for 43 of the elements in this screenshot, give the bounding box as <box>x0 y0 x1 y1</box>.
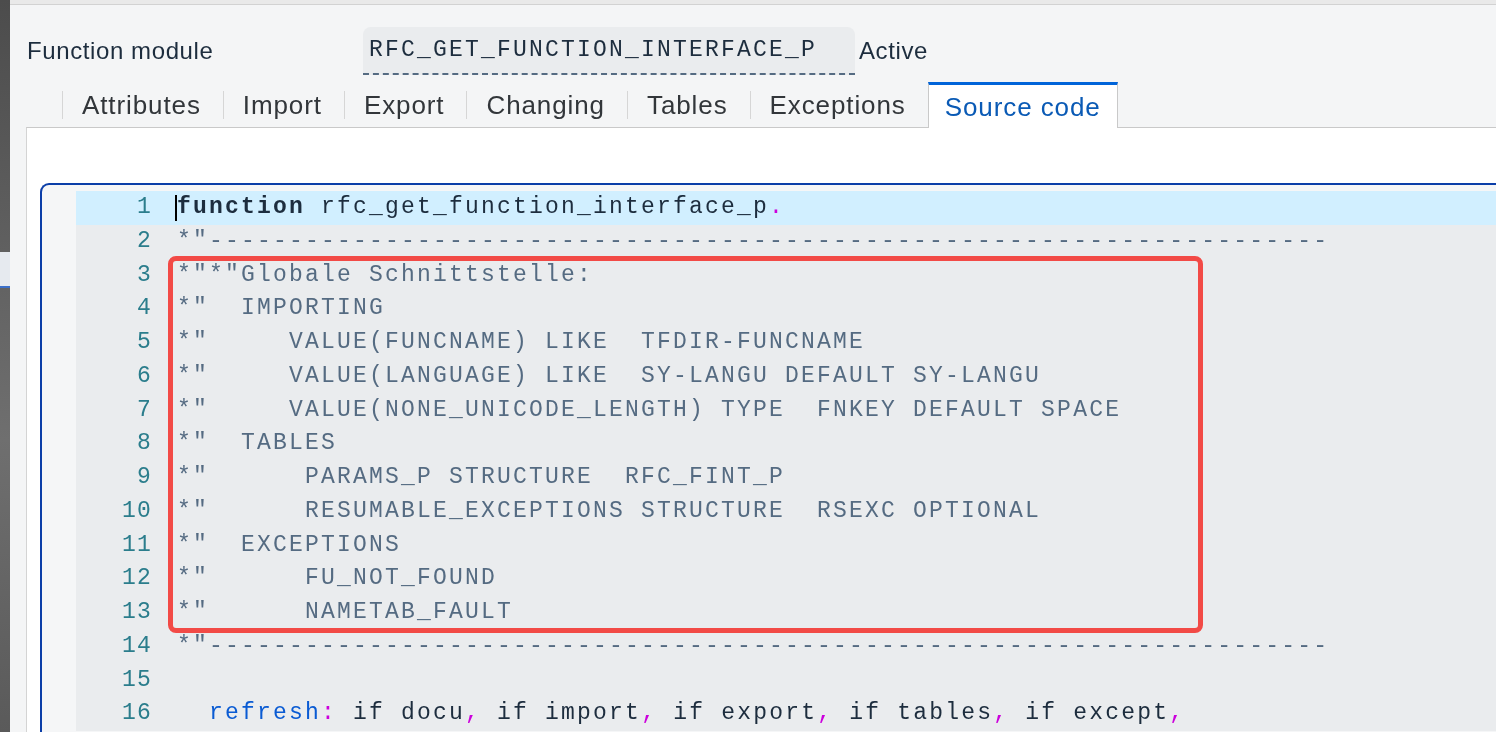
window-fragment <box>0 252 10 288</box>
tab[interactable]: Source code <box>927 82 1118 128</box>
code-text: function rfc_get_function_interface_p. <box>177 194 786 220</box>
tab[interactable]: Export <box>344 82 467 127</box>
code-text: *" IMPORTING <box>177 295 386 322</box>
line-number: 9 <box>136 463 152 492</box>
line-number: 3 <box>136 260 152 290</box>
status-text: Active <box>859 36 928 66</box>
code-text: *" VALUE(NONE_UNICODE_LENGTH) TYPE FNKEY DEFAULT SPACE <box>177 396 1122 423</box>
line-number: 2 <box>136 226 152 256</box>
line-number: 8 <box>136 429 152 459</box>
tab[interactable]: Tables <box>628 82 750 127</box>
tab[interactable]: Changing <box>467 82 627 127</box>
code-text: *" VALUE(LANGUAGE) LIKE SY-LANGU DEFAULT SY-LANGU <box>177 362 1042 389</box>
line-number: 13 <box>121 598 152 627</box>
code-text: *" VALUE(FUNCNAME) LIKE TFDIR-FUNCNAME <box>177 329 866 355</box>
code-text: *"*"Globale Schnittstelle: <box>177 261 594 288</box>
code-text: *"---------------------------------------------------------------------- <box>177 227 1330 254</box>
code-text: refresh: if docu, if import, if export, if tables, if except, <box>208 700 1186 727</box>
code-text: *" EXCEPTIONS <box>177 531 402 558</box>
line-number: 11 <box>121 530 152 560</box>
code-text: *" TABLES <box>177 430 338 457</box>
line-number: 4 <box>136 294 152 324</box>
text-cursor <box>175 195 177 221</box>
line-number: 1 <box>136 193 152 222</box>
line-number: 5 <box>136 328 152 357</box>
line-number: 7 <box>136 395 152 425</box>
line-number: 12 <box>121 564 152 594</box>
code-text: *" FU_NOT_FOUND <box>177 565 498 592</box>
code-text: *"---------------------------------------------------------------------- <box>177 632 1330 659</box>
tab[interactable]: Exceptions <box>750 82 928 127</box>
tab[interactable]: Attributes <box>63 82 223 127</box>
line-number: 16 <box>121 699 152 729</box>
line-number: 14 <box>121 631 152 661</box>
code-text: *" NAMETAB_FAULT <box>177 599 514 625</box>
line-number: 6 <box>136 361 152 391</box>
line-number: 15 <box>121 665 152 695</box>
line-number: 10 <box>121 496 152 526</box>
code-text: *" RESUMABLE_EXCEPTIONS STRUCTURE RSEXC OPTIONAL <box>177 497 1042 524</box>
field-label: Function module <box>27 36 215 66</box>
function-module-field[interactable]: RFC_GET_FUNCTION_INTERFACE_P <box>363 27 855 75</box>
tab[interactable]: Import <box>223 82 344 127</box>
code-text: *" PARAMS_P STRUCTURE RFC_FINT_P <box>177 464 786 490</box>
